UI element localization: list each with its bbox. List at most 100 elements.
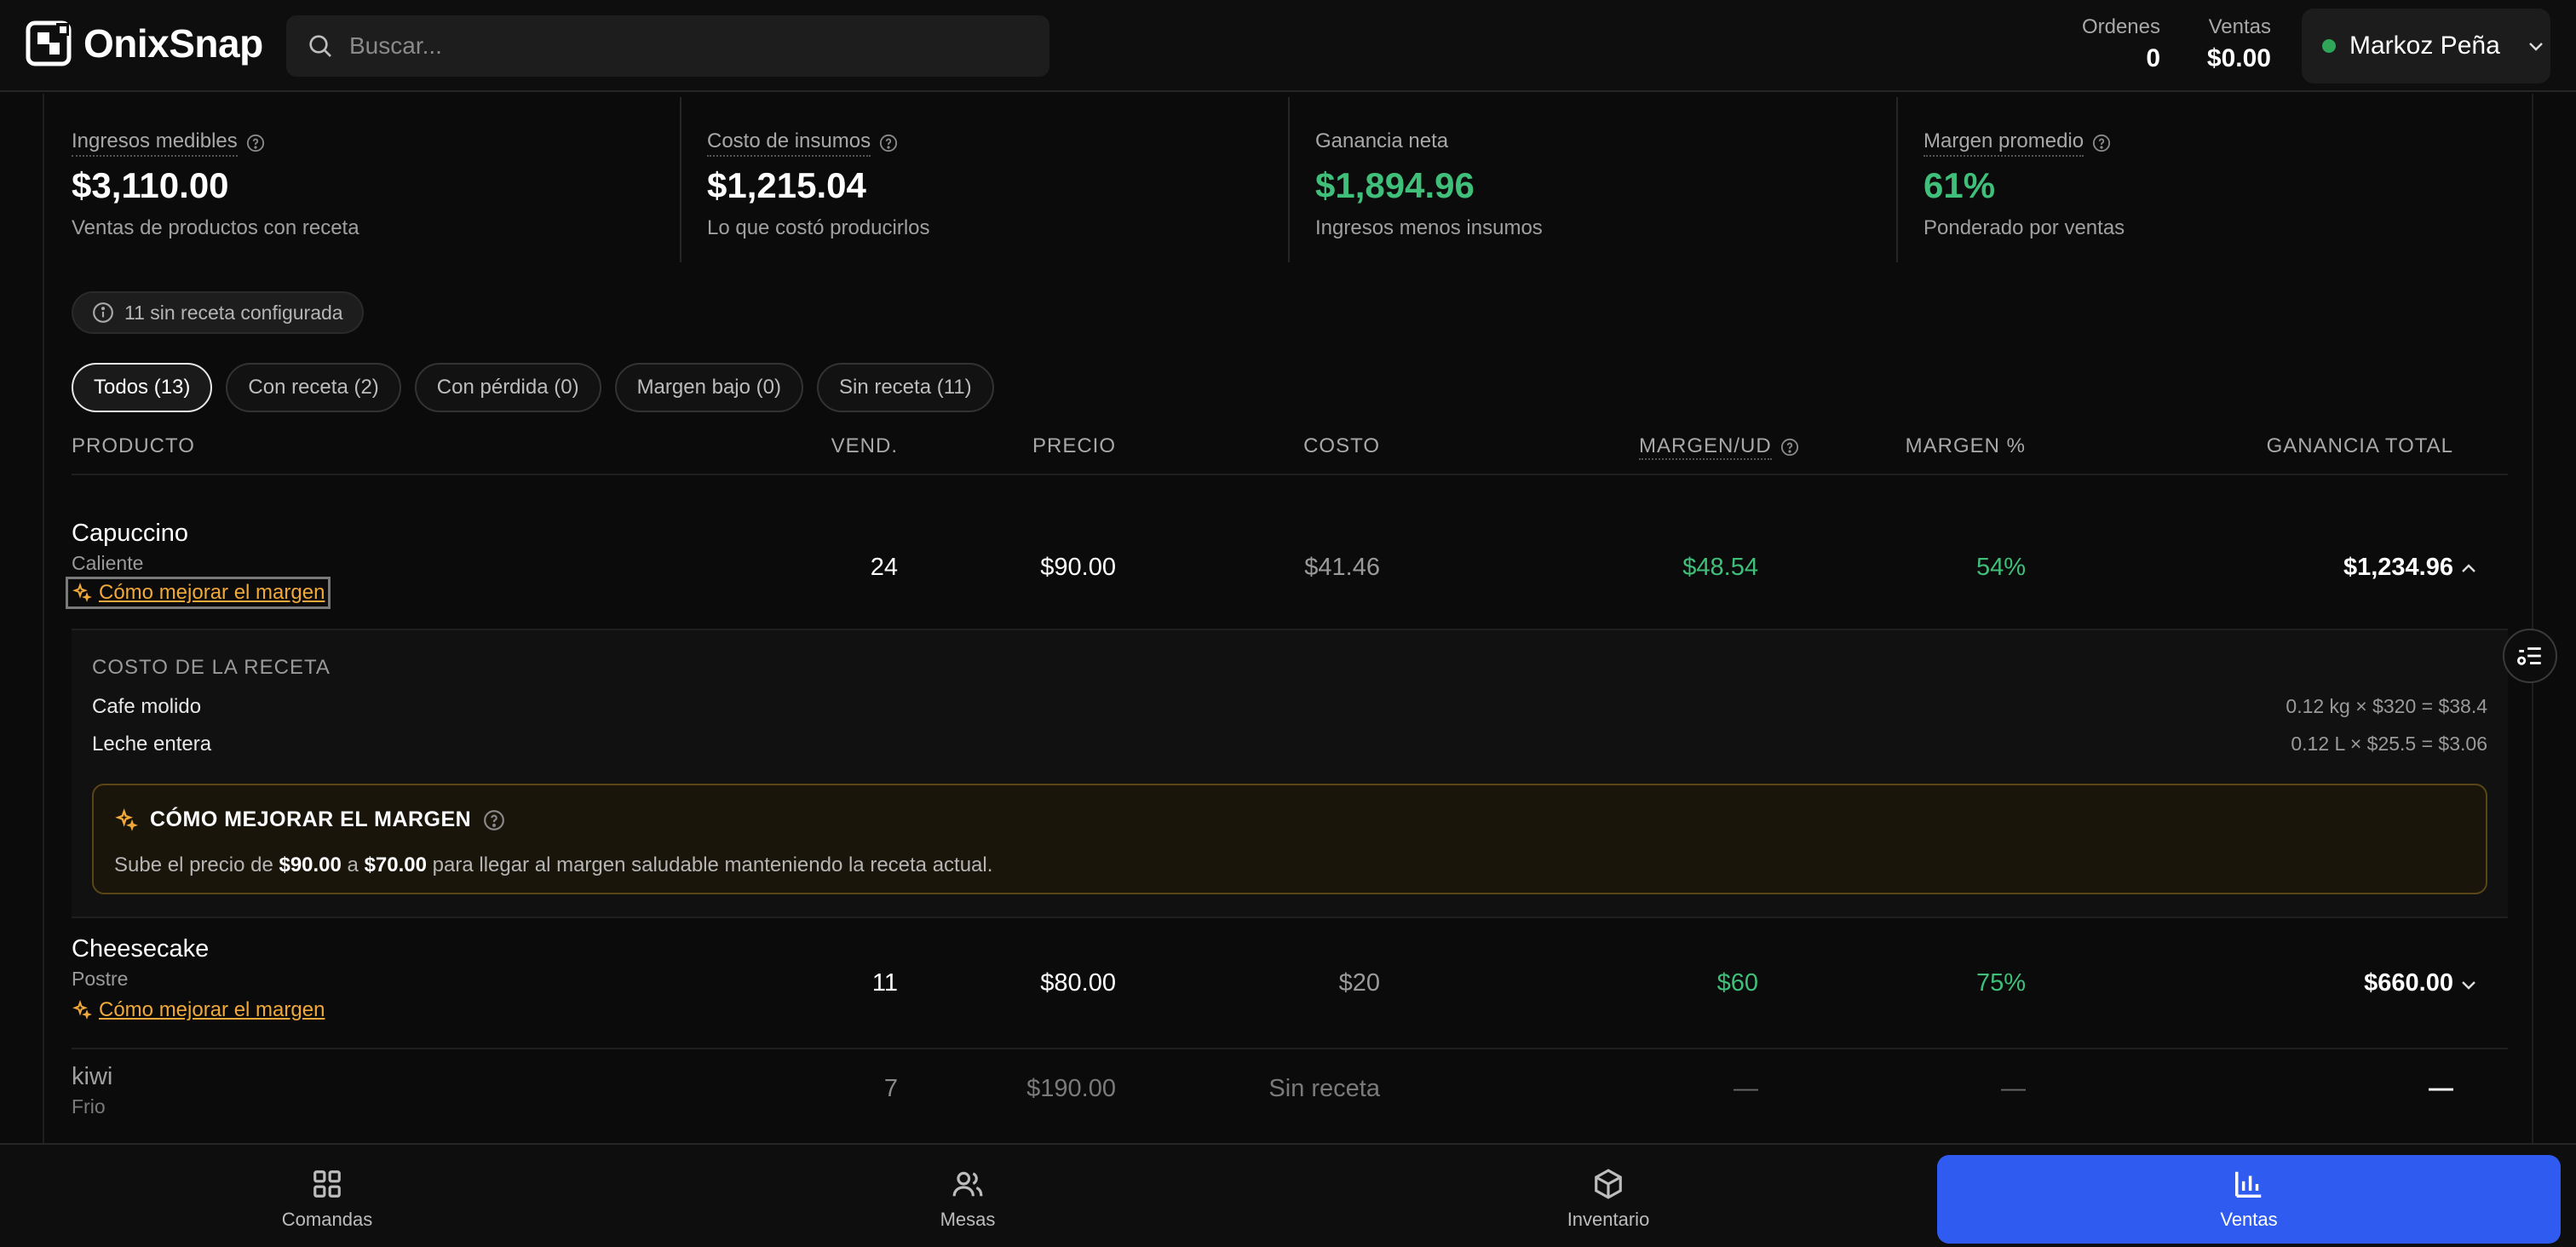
brand-logo[interactable]: OnixSnap bbox=[26, 20, 263, 66]
orders-label: Ordenes bbox=[2081, 15, 2160, 38]
col-total-profit[interactable]: GANANCIA TOTAL bbox=[2267, 434, 2453, 458]
tab-with-recipe[interactable]: Con receta (2) bbox=[226, 363, 401, 412]
price: $90.00 bbox=[1040, 554, 1116, 581]
top-bar: OnixSnap Ordenes 0 Ventas $0.00 Markoz P… bbox=[0, 0, 2576, 92]
total-profit: — bbox=[2429, 1075, 2453, 1102]
cost: $20 bbox=[1338, 969, 1380, 997]
sales-stat: Ventas $0.00 bbox=[2193, 15, 2271, 73]
metric-avg-margin: Margen promedio 61% Ponderado por ventas bbox=[1896, 97, 2504, 262]
nav-label: Ventas bbox=[2220, 1209, 2278, 1230]
col-price[interactable]: PRECIO bbox=[1032, 434, 1116, 458]
orders-value: 0 bbox=[2146, 44, 2160, 72]
cost: $41.46 bbox=[1304, 554, 1380, 581]
search-bar[interactable] bbox=[286, 15, 1049, 77]
margin-percent: — bbox=[2001, 1075, 2026, 1102]
sold-qty: 11 bbox=[871, 969, 898, 997]
tip-header: CÓMO MEJORAR EL MARGEN bbox=[114, 807, 505, 832]
tip-mid: a bbox=[347, 853, 359, 876]
margin-percent: 54% bbox=[1975, 554, 2026, 581]
metric-label[interactable]: Ingresos medibles bbox=[72, 129, 238, 157]
metric-label[interactable]: Margen promedio bbox=[1923, 129, 2084, 157]
metric-value: 61% bbox=[1923, 165, 1996, 205]
metric-label[interactable]: Costo de insumos bbox=[707, 129, 871, 157]
sparkles-icon bbox=[72, 1000, 92, 1020]
sales-label: Ventas bbox=[2208, 15, 2271, 38]
total-profit: $660.00 bbox=[2364, 969, 2453, 997]
col-sold[interactable]: VEND. bbox=[831, 434, 898, 458]
table-header: PRODUCTO VEND. PRECIO COSTO MARGEN/UD MA… bbox=[72, 417, 2508, 475]
col-cost[interactable]: COSTO bbox=[1303, 434, 1380, 458]
ingredient-cost-calc: 0.12 L × $25.5 = $3.06 bbox=[2291, 733, 2487, 755]
metric-revenue: Ingresos medibles $3,110.00 Ventas de pr… bbox=[72, 97, 680, 262]
help-icon[interactable] bbox=[1780, 438, 1799, 457]
nav-comandas[interactable]: Comandas bbox=[15, 1155, 639, 1244]
missing-recipe-badge: 11 sin receta configurada bbox=[72, 291, 364, 334]
margin-per-unit: $48.54 bbox=[1682, 554, 1758, 581]
metric-subtitle: Lo que costó producirlos bbox=[707, 216, 930, 239]
sales-margin-panel: Ingresos medibles $3,110.00 Ventas de pr… bbox=[43, 94, 2533, 1143]
missing-recipe-text: 11 sin receta configurada bbox=[124, 301, 343, 324]
tab-low-margin[interactable]: Margen bajo (0) bbox=[614, 363, 803, 412]
margin-per-unit: — bbox=[1734, 1075, 1758, 1102]
sparkles-icon bbox=[115, 807, 138, 831]
bar-chart-icon bbox=[2235, 1171, 2262, 1198]
nav-mesas[interactable]: Mesas bbox=[656, 1155, 1279, 1244]
tab-loss[interactable]: Con pérdida (0) bbox=[414, 363, 601, 412]
help-icon[interactable] bbox=[246, 134, 265, 152]
col-margin-unit[interactable]: MARGEN/UD bbox=[1639, 434, 1799, 460]
user-name: Markoz Peña bbox=[2349, 32, 2500, 60]
list-settings-icon bbox=[2516, 647, 2541, 665]
sales-value: $0.00 bbox=[2206, 44, 2271, 72]
search-icon bbox=[309, 35, 331, 57]
price: $190.00 bbox=[1026, 1075, 1116, 1102]
users-icon bbox=[952, 1171, 983, 1197]
recipe-cost-title: COSTO DE LA RECETA bbox=[92, 656, 331, 679]
nav-ventas[interactable]: Ventas bbox=[1937, 1155, 2561, 1244]
tip-title: CÓMO MEJORAR EL MARGEN bbox=[150, 807, 472, 831]
search-input[interactable] bbox=[349, 32, 1031, 60]
product-name: Capuccino bbox=[72, 520, 189, 547]
user-menu-button[interactable]: Markoz Peña bbox=[2302, 9, 2550, 83]
ingredient-name: Leche entera bbox=[92, 733, 212, 756]
chevron-up-icon[interactable] bbox=[2458, 559, 2479, 579]
table-row[interactable]: kiwi Frio 7 $190.00 Sin receta — — — bbox=[72, 1051, 2508, 1143]
product-name: Cheesecake bbox=[72, 935, 210, 963]
help-icon[interactable] bbox=[879, 134, 898, 152]
col-margin-pct[interactable]: MARGEN % bbox=[1906, 434, 2026, 458]
product-category: Postre bbox=[72, 968, 129, 990]
table-row[interactable]: Cheesecake Postre Cómo mejorar el margen… bbox=[72, 922, 2508, 1056]
nav-label: Comandas bbox=[281, 1209, 373, 1230]
nav-label: Mesas bbox=[940, 1209, 996, 1230]
tab-all[interactable]: Todos (13) bbox=[72, 363, 213, 412]
box-icon bbox=[1595, 1169, 1622, 1199]
nav-inventario[interactable]: Inventario bbox=[1297, 1155, 1920, 1244]
improve-margin-link[interactable]: Cómo mejorar el margen bbox=[68, 997, 328, 1024]
improve-margin-link[interactable]: Cómo mejorar el margen bbox=[65, 577, 331, 609]
chevron-down-icon bbox=[2528, 43, 2543, 51]
col-product[interactable]: PRODUCTO bbox=[72, 434, 195, 458]
help-icon[interactable] bbox=[483, 809, 505, 831]
product-category: Caliente bbox=[72, 552, 144, 574]
metric-label: Ganancia neta bbox=[1315, 129, 1449, 152]
tip-prefix: Sube el precio de bbox=[114, 853, 273, 876]
tab-no-recipe[interactable]: Sin receta (11) bbox=[816, 363, 994, 412]
product-category: Frio bbox=[72, 1095, 106, 1118]
total-profit: $1,234.96 bbox=[2343, 554, 2453, 581]
tip-body: Sube el precio de $90.00 a $70.00 para l… bbox=[114, 853, 992, 877]
tip-current-price: $90.00 bbox=[279, 853, 342, 876]
filter-tabs: Todos (13) Con receta (2) Con pérdida (0… bbox=[72, 363, 994, 412]
recipe-cost-detail: COSTO DE LA RECETA Cafe molido 0.12 kg ×… bbox=[72, 629, 2508, 918]
chevron-down-icon[interactable] bbox=[2458, 974, 2479, 995]
row-divider bbox=[72, 1048, 2508, 1049]
sparkles-icon bbox=[72, 583, 92, 602]
table-row[interactable]: Capuccino Caliente Cómo mejorar el marge… bbox=[65, 477, 2508, 627]
help-icon[interactable] bbox=[2092, 134, 2111, 152]
price: $80.00 bbox=[1040, 969, 1116, 997]
metric-value: $1,894.96 bbox=[1315, 165, 1475, 205]
metric-value: $1,215.04 bbox=[707, 165, 866, 205]
floating-list-button[interactable] bbox=[2503, 629, 2557, 683]
nav-label: Inventario bbox=[1567, 1209, 1650, 1230]
info-icon bbox=[93, 302, 113, 323]
ingredient-cost-calc: 0.12 kg × $320 = $38.4 bbox=[2286, 695, 2487, 717]
col-margin-unit-label: MARGEN/UD bbox=[1639, 434, 1772, 460]
